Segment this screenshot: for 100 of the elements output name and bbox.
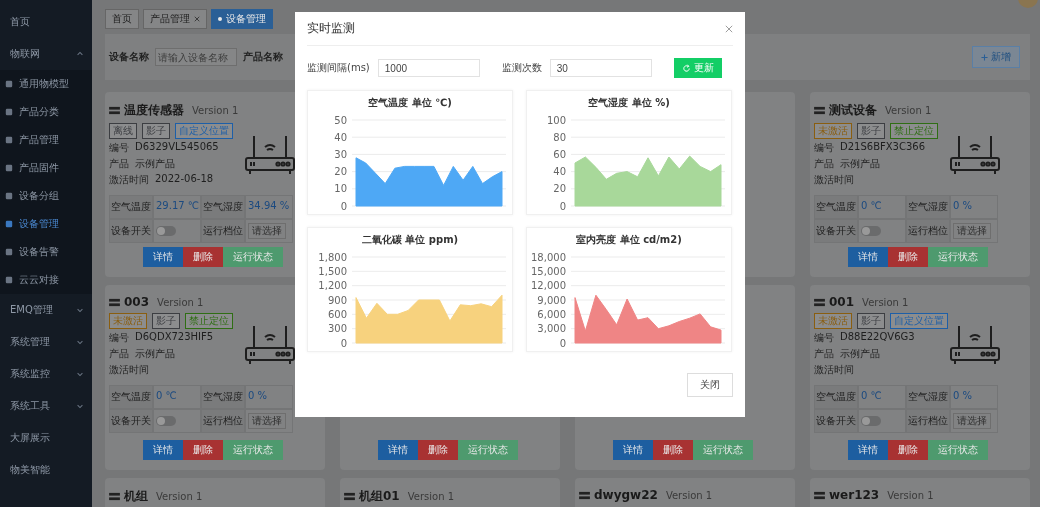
axis-tick-label: 1,800 <box>318 251 347 263</box>
count-field[interactable]: 30 <box>549 59 652 77</box>
card-button[interactable]: 详情 <box>848 440 888 460</box>
card-button[interactable]: 删除 <box>888 247 928 267</box>
page-tab[interactable]: 产品管理 <box>143 9 207 29</box>
page-tab[interactable]: 首页 <box>105 9 139 29</box>
status-tag: 未激活 <box>814 313 852 329</box>
toggle-switch[interactable] <box>156 226 176 236</box>
status-tag: 禁止定位 <box>890 123 938 139</box>
field-label: 监测次数 <box>501 61 542 75</box>
sidebar-item[interactable]: 通用物模型 <box>0 70 92 98</box>
sidebar-item[interactable]: 设备告警 <box>0 238 92 266</box>
device-icon <box>109 492 120 501</box>
refresh-icon <box>681 63 691 73</box>
select-field[interactable]: 请选择 <box>953 223 991 239</box>
reading-label: 空气湿度 <box>906 195 950 219</box>
sidebar-item[interactable]: 大屏展示 <box>0 422 92 454</box>
interval-field[interactable]: 1000 <box>377 59 480 77</box>
field-value: D6329VL545065 <box>135 141 219 154</box>
select-label: 运行档位 <box>201 409 245 433</box>
reading-value: 0 % <box>950 385 998 409</box>
sidebar-item[interactable]: 首页 <box>0 6 92 38</box>
card-button[interactable]: 删除 <box>653 440 693 460</box>
field-label: 激活时间 <box>814 173 854 187</box>
switch-label: 设备开关 <box>109 219 153 243</box>
field-label: 产品 <box>814 157 834 171</box>
card-button[interactable]: 删除 <box>888 440 928 460</box>
axis-tick-label: 0 <box>340 200 347 212</box>
close-button[interactable]: 关闭 <box>687 373 733 397</box>
reading-value: 34.94 % <box>245 195 293 219</box>
toggle-switch[interactable] <box>861 416 881 426</box>
reading-label: 空气湿度 <box>201 195 245 219</box>
field-label: 设备名称 <box>109 50 149 64</box>
device-name: 003 <box>124 295 150 309</box>
axis-tick-label: 20 <box>553 183 566 195</box>
sidebar-item[interactable]: 系统工具 <box>0 390 92 422</box>
card-button[interactable]: 详情 <box>848 247 888 267</box>
status-tag: 离线 <box>109 123 137 139</box>
status-tag: 影子 <box>857 123 885 139</box>
menu-icon <box>5 248 13 256</box>
card-button[interactable]: 删除 <box>183 440 223 460</box>
status-tag: 自定义位置 <box>175 123 233 139</box>
close-icon[interactable] <box>194 16 200 22</box>
card-button[interactable]: 详情 <box>378 440 418 460</box>
axis-tick-label: 18,000 <box>531 251 566 263</box>
card-button[interactable]: 删除 <box>418 440 458 460</box>
axis-tick-label: 0 <box>559 337 566 349</box>
axis-tick-label: 1,200 <box>318 280 347 292</box>
menu-icon <box>5 136 13 144</box>
sidebar-item[interactable]: 产品管理 <box>0 126 92 154</box>
select-field[interactable]: 请选择 <box>248 223 286 239</box>
field-label: 编号 <box>109 331 129 345</box>
chart-title: 室内亮度 单位 cd/m2) <box>576 233 682 247</box>
router-icon <box>950 325 1000 365</box>
card-button[interactable]: 删除 <box>183 247 223 267</box>
device-icon <box>109 106 120 115</box>
axis-tick-label: 3,000 <box>537 323 566 335</box>
sidebar-item[interactable]: 设备管理 <box>0 210 92 238</box>
axis-tick-label: 100 <box>546 114 566 126</box>
page-tab[interactable]: 设备管理 <box>211 9 273 29</box>
reading-value: 0 ℃ <box>153 385 201 409</box>
field-label: 激活时间 <box>109 363 149 377</box>
version-label: Version 1 <box>862 296 909 308</box>
menu-icon <box>5 276 13 284</box>
select-field[interactable]: 请选择 <box>248 413 286 429</box>
card-button[interactable]: 详情 <box>143 247 183 267</box>
sidebar-item[interactable]: 产品固件 <box>0 154 92 182</box>
field-value: D6QDX723HIF5 <box>135 331 214 344</box>
axis-tick-label: 300 <box>327 323 347 335</box>
chart-title: 空气湿度 单位 %) <box>588 96 670 110</box>
card-button[interactable]: 详情 <box>143 440 183 460</box>
sidebar-item[interactable]: 系统管理 <box>0 326 92 358</box>
status-tag: 未激活 <box>109 313 147 329</box>
sidebar-item[interactable]: 系统监控 <box>0 358 92 390</box>
close-icon[interactable] <box>725 24 733 33</box>
toggle-switch[interactable] <box>861 226 881 236</box>
device-name: wer123 <box>829 488 880 502</box>
sidebar-item[interactable]: 产品分类 <box>0 98 92 126</box>
device-name: 测试设备 <box>829 102 877 119</box>
reading-value: 0 % <box>245 385 293 409</box>
search-field[interactable]: 请输入设备名称 <box>155 48 237 66</box>
sidebar-item[interactable]: 物联网 <box>0 38 92 70</box>
axis-tick-label: 0 <box>340 337 347 349</box>
menu-icon <box>5 164 13 172</box>
sidebar-item[interactable]: 物美智能 <box>0 454 92 486</box>
select-field[interactable]: 请选择 <box>953 413 991 429</box>
reading-label: 空气温度 <box>814 385 858 409</box>
card-button[interactable]: 详情 <box>613 440 653 460</box>
sidebar-item[interactable]: 云云对接 <box>0 266 92 294</box>
reading-value: 0 % <box>950 195 998 219</box>
reading-value: 0 ℃ <box>858 385 906 409</box>
sidebar-item[interactable]: 设备分组 <box>0 182 92 210</box>
field-label: 产品 <box>814 347 834 361</box>
device-name: 机组01 <box>359 488 400 505</box>
status-tag: 未激活 <box>814 123 852 139</box>
device-icon <box>814 490 825 500</box>
toggle-switch[interactable] <box>156 416 176 426</box>
router-icon <box>245 135 295 175</box>
version-label: Version 1 <box>192 105 239 116</box>
sidebar-item[interactable]: EMQ管理 <box>0 294 92 326</box>
